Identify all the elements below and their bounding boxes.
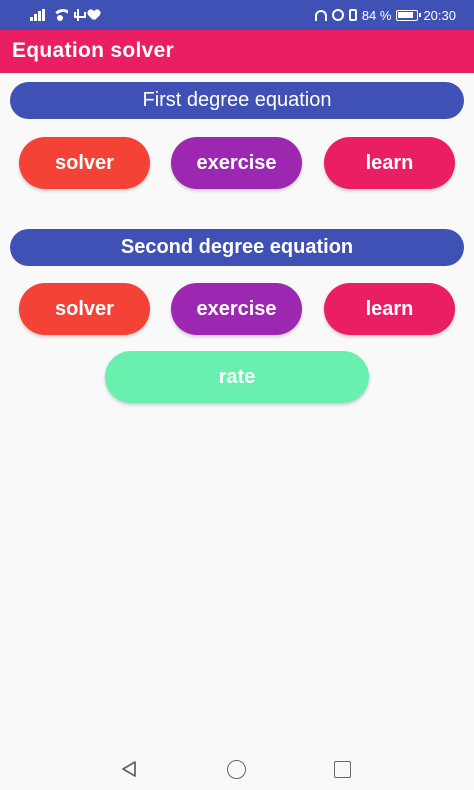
first-degree-header[interactable]: First degree equation (10, 82, 464, 119)
home-icon[interactable] (227, 760, 246, 779)
battery-percent: 84 % (361, 7, 392, 23)
wifi-icon (52, 9, 68, 21)
rate-button[interactable]: rate (105, 351, 369, 403)
alarm-icon (331, 9, 344, 21)
signal-icon (30, 9, 46, 21)
headphones-icon (314, 9, 327, 21)
app-title: Equation solver (12, 39, 175, 62)
battery-icon (396, 9, 422, 21)
second-degree-title: Second degree equation (120, 236, 354, 258)
second-degree-learn-button[interactable]: learn (324, 283, 455, 335)
status-right-icons: 84 % 20:30 (314, 6, 456, 24)
second-degree-header[interactable]: Second degree equation (10, 229, 464, 266)
status-bar: 84 % 20:30 (0, 0, 474, 30)
first-degree-solver-button[interactable]: solver (19, 137, 150, 189)
recent-apps-icon[interactable] (334, 761, 351, 778)
usb-icon (74, 9, 86, 21)
vibrate-icon (348, 9, 357, 21)
second-degree-exercise-button[interactable]: exercise (171, 283, 302, 335)
app-bar: Equation solver (0, 30, 474, 73)
first-degree-title: First degree equation (142, 89, 332, 111)
back-icon[interactable] (120, 760, 138, 778)
status-left-icons (30, 7, 100, 23)
status-time: 20:30 (423, 7, 456, 23)
navigation-bar (0, 748, 474, 790)
second-degree-solver-button[interactable]: solver (19, 283, 150, 335)
first-degree-exercise-button[interactable]: exercise (171, 137, 302, 189)
heart-icon (88, 10, 100, 21)
first-degree-learn-button[interactable]: learn (324, 137, 455, 189)
